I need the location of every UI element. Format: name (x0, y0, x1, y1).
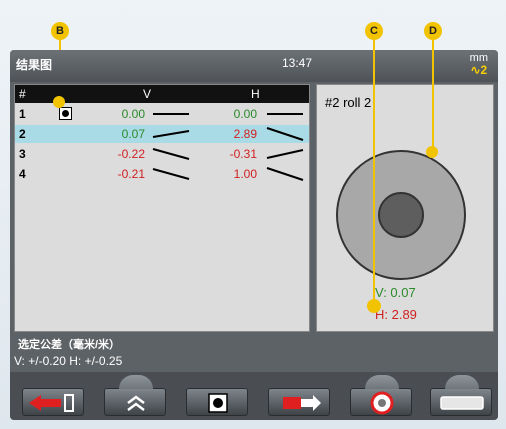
button-tab (119, 375, 153, 389)
row-index: 4 (19, 167, 26, 181)
roll-v-value: V: 0.07 (375, 285, 416, 300)
col-h-header: H (251, 87, 260, 101)
checkbox-icon (208, 393, 228, 413)
callout-marker-d: D (424, 22, 442, 40)
table-row[interactable]: 3 -0.22 -0.31 (15, 145, 309, 163)
wave-icon: ∿ (470, 63, 481, 77)
select-button[interactable] (186, 388, 248, 416)
row-index: 2 (19, 127, 26, 141)
device-screen: 结果图 13:47 mm ∿2 # V H 1 0.00 0.00 2 0.07… (10, 50, 498, 420)
row-v-value: 0.07 (121, 127, 145, 141)
tolerance-label: 选定公差（毫米/米） (18, 339, 121, 351)
h-slope-icon (267, 113, 303, 115)
v-slope-icon (152, 130, 190, 138)
button-tab (445, 375, 479, 389)
exit-arrow-icon (29, 394, 74, 412)
h-slope-icon (266, 167, 304, 181)
roll-view-icon (370, 391, 394, 415)
roll-title: #2 roll 2 (325, 95, 372, 110)
row-h-value: -0.31 (229, 147, 257, 161)
row-index: 1 (19, 107, 26, 121)
signal-level: ∿2 (470, 64, 488, 76)
roll-side-button[interactable] (430, 375, 492, 416)
callout-dot-d (426, 146, 438, 158)
table-row[interactable]: 4 -0.21 1.00 (15, 165, 309, 183)
scroll-up-button[interactable] (104, 375, 166, 416)
roll-icon (336, 149, 473, 281)
callout-dot-c (367, 299, 381, 313)
unit-indicator: mm ∿2 (470, 52, 488, 76)
row-v-value: -0.21 (117, 167, 145, 181)
row-index: 3 (19, 147, 26, 161)
exit-button[interactable] (22, 388, 84, 416)
button-bar (10, 372, 498, 420)
roll-view-button[interactable] (350, 375, 412, 416)
tolerance-values: V: +/-0.20 H: +/-0.25 (14, 354, 123, 368)
row-h-value: 2.89 (233, 127, 257, 141)
transfer-button[interactable] (268, 388, 330, 416)
callout-marker-b: B (51, 22, 69, 40)
device-frame: B 结果图 13:47 mm ∿2 # V H 1 0.00 0.00 2 0.… (0, 0, 506, 429)
callout-line-c (373, 40, 375, 302)
row-h-value: 1.00 (233, 167, 257, 181)
v-slope-icon (152, 148, 190, 160)
row-checkbox[interactable] (59, 107, 72, 120)
clock: 13:47 (282, 56, 313, 70)
callout-marker-c: C (365, 22, 383, 40)
button-tab (365, 375, 399, 389)
roll-h-value: H: 2.89 (375, 307, 417, 322)
row-v-value: -0.22 (117, 147, 145, 161)
screen-title: 结果图 (16, 58, 53, 72)
v-slope-icon (153, 113, 189, 115)
transfer-arrow-icon (283, 395, 321, 411)
callout-line-d (432, 40, 434, 150)
double-chevron-up-icon (127, 395, 145, 411)
col-index-header: # (19, 87, 26, 101)
table-row[interactable]: 2 0.07 2.89 (15, 125, 309, 143)
results-table: # V H 1 0.00 0.00 2 0.07 2.89 3 -0.22 -0… (14, 84, 310, 332)
h-slope-icon (266, 127, 304, 141)
roll-panel: #2 roll 2 V: 0.07 H: 2.89 (316, 84, 494, 332)
roll-side-icon (440, 396, 484, 410)
h-slope-icon (266, 149, 304, 159)
col-v-header: V (143, 87, 152, 101)
signal-level-value: 2 (480, 63, 488, 77)
row-h-value: 0.00 (233, 107, 257, 121)
v-slope-icon (152, 168, 190, 180)
callout-dot-b (53, 96, 65, 108)
title-bar: 结果图 13:47 mm ∿2 (10, 50, 498, 82)
row-v-value: 0.00 (121, 107, 145, 121)
